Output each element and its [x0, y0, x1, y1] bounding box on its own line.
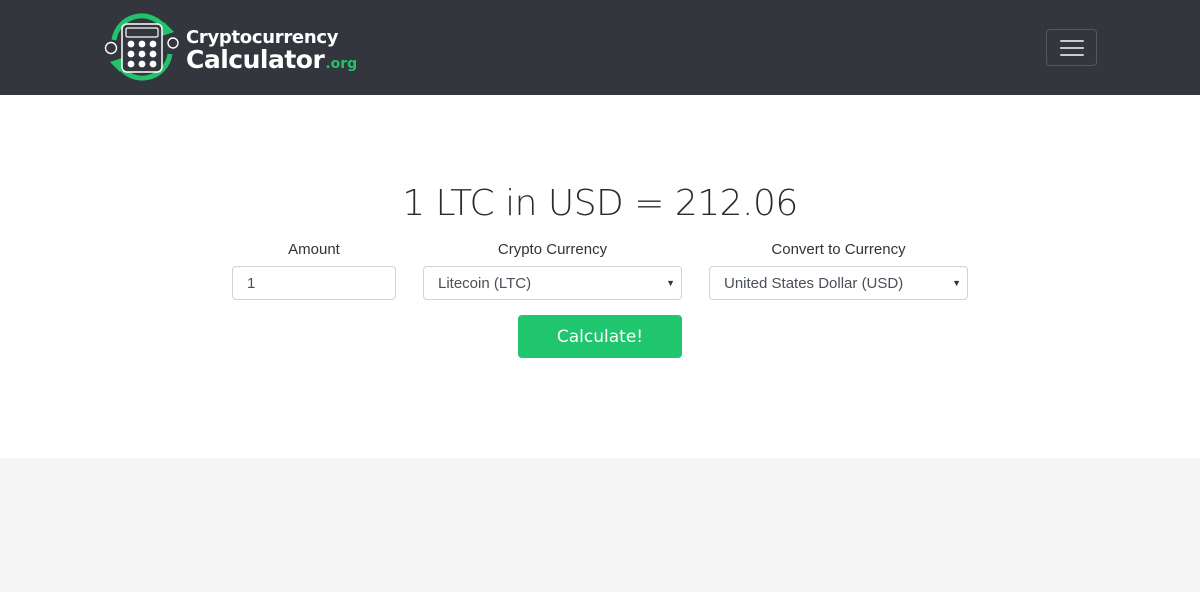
logo-calculator-text: Calculator [186, 44, 325, 74]
crypto-currency-label: Crypto Currency [497, 241, 608, 258]
calculator-cycle-icon [104, 10, 180, 84]
caret-down-icon: ▼ [952, 278, 961, 288]
logo-wordmark: Cryptocurrency Calculator .org [186, 23, 357, 72]
hamburger-menu-button[interactable] [1046, 29, 1097, 66]
navbar: Cryptocurrency Calculator .org [0, 0, 1200, 95]
hamburger-menu-icon-bar [1060, 54, 1084, 56]
logo-org-suffix: .org [325, 55, 358, 72]
logo-line-1: Cryptocurrency [186, 26, 339, 48]
convert-currency-selected: United States Dollar (USD) [724, 274, 904, 292]
caret-down-icon: ▼ [666, 278, 675, 288]
crypto-currency-selected: Litecoin (LTC) [438, 274, 532, 292]
calculate-button[interactable]: Calculate! [518, 315, 682, 358]
logo-line-2: Calculator .org [186, 47, 357, 72]
hamburger-menu-icon-bar [1060, 47, 1084, 49]
convert-currency-label: Convert to Currency [771, 241, 906, 258]
amount-label: Amount [288, 241, 340, 258]
converter-panel: 1 LTC in USD = 212.06 Amount Crypto Curr… [0, 95, 1200, 458]
site-logo[interactable]: Cryptocurrency Calculator .org [104, 10, 357, 84]
crypto-currency-select[interactable]: Litecoin (LTC) ▼ [423, 266, 682, 300]
amount-input[interactable] [232, 266, 396, 300]
hamburger-menu-icon-bar [1060, 40, 1084, 42]
conversion-result: 1 LTC in USD = 212.06 [402, 183, 798, 224]
convert-currency-select[interactable]: United States Dollar (USD) ▼ [709, 266, 968, 300]
